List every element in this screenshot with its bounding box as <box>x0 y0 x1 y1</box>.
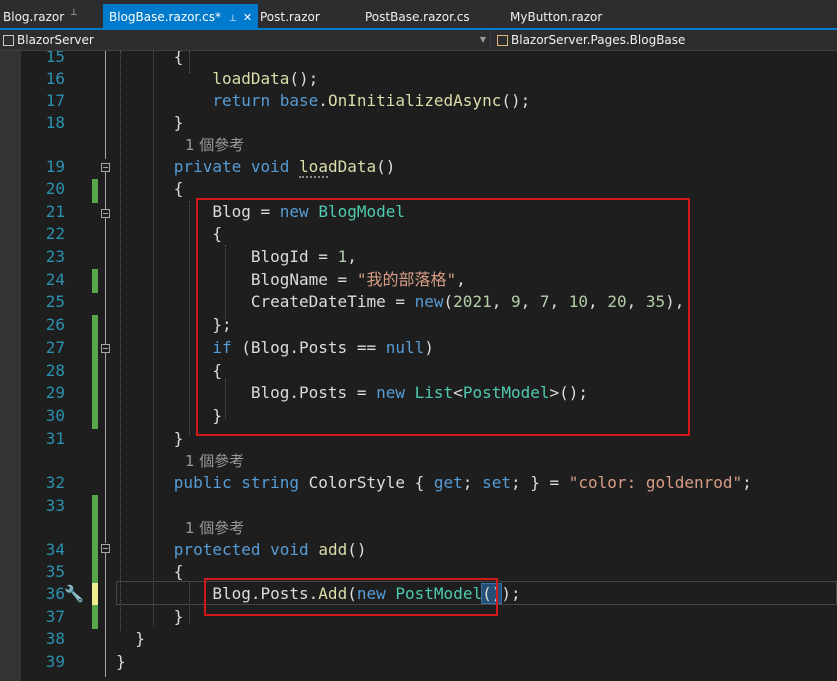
annotation-box-loaddata-body <box>196 198 690 436</box>
line-number: 29 <box>45 383 65 402</box>
line-number: 30 <box>45 406 65 425</box>
reference-count[interactable]: 1 個參考 <box>185 450 244 472</box>
code-line: 19 private void loadData() <box>0 156 837 178</box>
pin-icon[interactable]: ⊥ <box>70 8 78 18</box>
class-icon <box>497 35 508 46</box>
line-number: 25 <box>45 292 65 311</box>
code-line: 34 protected void add() <box>0 539 837 561</box>
tab-label: BlogBase.razor.cs* <box>109 10 221 24</box>
line-number: 15 <box>45 51 65 66</box>
line-number: 34 <box>45 540 65 559</box>
line-number: 20 <box>45 179 65 198</box>
line-number: 28 <box>45 361 65 380</box>
reference-count[interactable]: 1 個參考 <box>185 517 244 539</box>
line-number: 18 <box>45 113 65 132</box>
navigation-bar: BlazorServer ▼ BlazorServer.Pages.BlogBa… <box>0 30 837 51</box>
code-line: 32 public string ColorStyle { get; set; … <box>0 472 837 494</box>
code-line: 20 { <box>0 178 837 200</box>
project-icon <box>3 35 14 46</box>
tab-blogbase-razor-cs[interactable]: BlogBase.razor.cs* ⊥ ✕ <box>103 4 259 28</box>
line-number: 21 <box>45 202 65 221</box>
project-label: BlazorServer <box>17 33 94 47</box>
line-number: 35 <box>45 562 65 581</box>
code-text: { <box>116 179 184 198</box>
line-number: 22 <box>45 224 65 243</box>
code-line: 18 } <box>0 112 837 134</box>
dropdown-arrow-icon: ▼ <box>479 35 486 44</box>
line-number: 36 <box>45 584 65 603</box>
code-lens[interactable]: 1 個參考 <box>0 517 837 539</box>
code-line: 15 { <box>0 51 837 68</box>
code-text: public string ColorStyle { get; set; } =… <box>173 473 752 492</box>
code-text: } <box>116 607 184 626</box>
tab-postbase-razor-cs[interactable]: PostBase.razor.cs <box>365 4 470 28</box>
project-dropdown[interactable]: BlazorServer ▼ <box>0 31 490 49</box>
line-number: 17 <box>45 91 65 110</box>
code-text: } <box>116 652 126 671</box>
code-text: protected void add() <box>173 540 367 559</box>
line-number: 33 <box>45 496 65 515</box>
quick-actions-screwdriver-icon[interactable]: 🔧 <box>64 584 86 604</box>
code-text: return base.OnInitializedAsync(); <box>212 91 531 110</box>
reference-count[interactable]: 1 個參考 <box>185 134 244 156</box>
document-tab-bar: Blog.razor ⊥ BlogBase.razor.cs* ⊥ ✕ Post.r… <box>0 0 837 30</box>
line-number: 16 <box>45 69 65 88</box>
line-number: 32 <box>45 473 65 492</box>
close-icon[interactable]: ✕ <box>243 11 252 24</box>
line-number: 19 <box>45 157 65 176</box>
code-line: 16 loadData(); <box>0 68 837 90</box>
code-line: 39 } <box>0 651 837 673</box>
code-line: 33 <box>0 495 837 517</box>
line-number: 26 <box>45 315 65 334</box>
type-dropdown[interactable]: BlazorServer.Pages.BlogBase <box>494 31 837 49</box>
line-number: 27 <box>45 338 65 357</box>
code-line: 38 } <box>0 628 837 650</box>
code-text: } <box>116 629 145 648</box>
pin-icon[interactable]: ⊥ <box>229 14 237 24</box>
line-number: 38 <box>45 629 65 648</box>
code-text: loadData(); <box>212 69 319 88</box>
code-editor[interactable]: 15 { 16 loadData(); 17 return base.OnIni… <box>0 51 837 681</box>
code-text: { <box>116 51 184 66</box>
type-label: BlazorServer.Pages.BlogBase <box>511 33 686 47</box>
code-text: private void loadData() <box>173 157 396 178</box>
line-number: 37 <box>45 607 65 626</box>
code-text: } <box>116 429 184 448</box>
tab-post-razor[interactable]: Post.razor <box>260 4 320 28</box>
code-line: 17 return base.OnInitializedAsync(); <box>0 90 837 112</box>
code-lens[interactable]: 1 個參考 <box>0 450 837 472</box>
annotation-box-add-call <box>204 578 498 616</box>
tab-mybutton-razor[interactable]: MyButton.razor <box>510 4 602 28</box>
line-number: 23 <box>45 247 65 266</box>
line-number: 24 <box>45 270 65 289</box>
line-number: 31 <box>45 429 65 448</box>
navbar-separator <box>490 30 491 50</box>
code-text: } <box>116 113 184 132</box>
line-number: 39 <box>45 652 65 671</box>
tab-blog-razor[interactable]: Blog.razor <box>3 4 64 28</box>
code-text: { <box>116 562 184 581</box>
code-lens[interactable]: 1 個參考 <box>0 134 837 156</box>
